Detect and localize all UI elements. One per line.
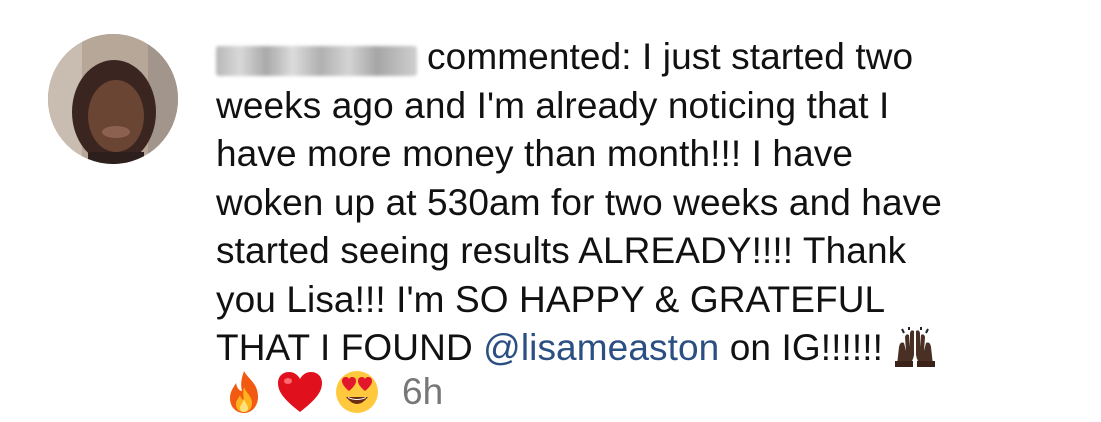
commented-label: commented: (427, 36, 632, 77)
comment-body-line: weeks ago and I'm already noticing that … (216, 84, 890, 126)
fire-emoji-icon (222, 369, 266, 415)
red-heart-emoji-icon (276, 370, 324, 414)
reaction-row: 6h (222, 366, 443, 418)
comment-body-segment: on IG!!!!!! (719, 327, 894, 368)
comment-body-line: you Lisa!!! I'm SO HAPPY & GRATEFUL (216, 278, 886, 320)
comment-body-line: woken up at 530am for two weeks and have (216, 181, 942, 223)
mention-link[interactable]: @lisameaston (483, 327, 719, 368)
comment-body-line: have more money than month!!! I have (216, 133, 854, 174)
comment-body-line: started seeing results ALREADY!!!! Thank (216, 230, 907, 271)
user-avatar-icon (48, 34, 178, 164)
comment-text: dotdiva4eva commented: I just started tw… (216, 33, 1076, 373)
avatar[interactable] (48, 34, 178, 164)
username-blurred[interactable]: dotdiva4eva (216, 46, 417, 76)
timestamp: 6h (402, 371, 444, 412)
comment-line-1: dotdiva4eva commented: I just started tw… (216, 33, 1076, 82)
raised-hands-emoji-icon (893, 327, 937, 367)
comment-body-segment: THAT I FOUND (216, 327, 484, 368)
heart-eyes-emoji-icon (334, 369, 380, 415)
comment-body-line: I just started two (642, 36, 914, 77)
comment-notification[interactable]: dotdiva4eva commented: I just started tw… (0, 0, 1101, 422)
